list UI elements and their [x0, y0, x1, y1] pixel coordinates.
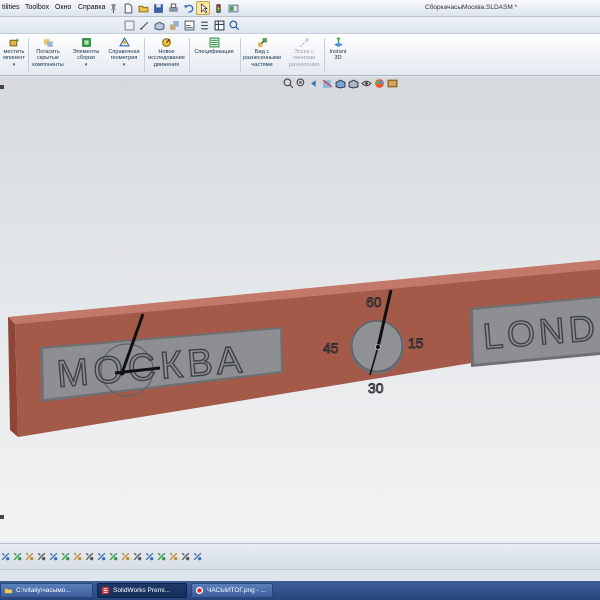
insert-component-button[interactable]: местить мпонент ▾	[0, 37, 28, 68]
graphics-area[interactable]: МОСКВА 60 45 15 30 LOND	[0, 77, 600, 541]
moscow-hand-pivot	[119, 370, 125, 376]
explode-line-sketch-icon	[299, 37, 309, 48]
assembly-features-button[interactable]: Элементы сборки ▾	[68, 37, 104, 68]
instant-3d-label: Instant 3D	[329, 49, 347, 62]
quick-access-toolbar	[121, 1, 240, 16]
menu-help[interactable]: Справка	[78, 4, 105, 11]
hide-components-label: Погасить скрытые компоненты	[32, 49, 64, 68]
new-motion-study-label: Новое исследование движения	[148, 49, 185, 68]
bom-icon	[209, 37, 219, 48]
open-folder-icon[interactable]	[136, 1, 150, 15]
offset-icon[interactable]	[132, 551, 143, 562]
taskbar-explorer[interactable]: C:\vitaliy\часымо...	[0, 583, 93, 598]
clock-assembly-model: МОСКВА 60 45 15 30 LOND	[8, 260, 600, 437]
hide-components-icon	[43, 39, 53, 47]
balloon-icon[interactable]	[227, 18, 241, 32]
exploded-view-label: Вид с разнесенными частями	[242, 49, 281, 68]
assembly-features-icon	[81, 38, 91, 47]
bom-label: Спецификация	[194, 49, 234, 55]
dial-label-45: 45	[323, 340, 339, 356]
pattern-icon[interactable]	[168, 551, 179, 562]
dial-label-30: 30	[368, 380, 384, 396]
rebuild-icon[interactable]	[211, 1, 225, 15]
explode-line-sketch-button[interactable]: Эскиз с линиями разнесения	[284, 37, 324, 68]
center-hand-pivot	[375, 344, 381, 350]
print-icon[interactable]	[166, 1, 180, 15]
new-motion-study-button[interactable]: Новое исследование движения	[145, 37, 188, 68]
bottom-toolbar	[0, 543, 600, 569]
text-icon[interactable]	[96, 551, 107, 562]
image-file-icon	[195, 586, 204, 595]
menu-window[interactable]: Окно	[55, 4, 71, 11]
assembly-features-label: Элементы сборки	[72, 49, 100, 62]
hide-components-button[interactable]: Погасить скрытые компоненты	[29, 37, 67, 68]
reference-geometry-icon	[118, 37, 130, 47]
arc-icon[interactable]	[48, 551, 59, 562]
smart-dimension-icon[interactable]	[137, 18, 151, 32]
insert-component-icon	[9, 38, 19, 47]
menu-toolbox[interactable]: Toolbox	[25, 4, 49, 11]
line-icon[interactable]	[12, 551, 23, 562]
taskbar-solidworks[interactable]: SolidWorks Premi...	[97, 583, 187, 598]
windows-taskbar: C:\vitaliy\часымо... SolidWorks Premi...…	[0, 581, 600, 600]
dial-label-15: 15	[408, 335, 424, 351]
undo-icon[interactable]	[181, 1, 195, 15]
spline-icon[interactable]	[60, 551, 71, 562]
instant-3d-icon	[333, 37, 343, 47]
dropdown-arrow-icon[interactable]: ▾	[123, 62, 126, 68]
exploded-view-icon	[257, 38, 267, 47]
point-icon[interactable]	[72, 551, 83, 562]
menu-bar: tilities Toolbox Окно Справка Сборкачасы…	[0, 0, 600, 17]
options-icon[interactable]	[226, 1, 240, 15]
insert-component-label: местить мпонент	[3, 49, 25, 62]
new-document-icon[interactable]	[121, 1, 135, 15]
reference-geometry-button[interactable]: Справочная геометрия ▾	[104, 37, 144, 68]
list-icon[interactable]	[197, 18, 211, 32]
part-icon[interactable]	[152, 18, 166, 32]
solidworks-icon	[101, 586, 110, 595]
menu-tools[interactable]: tilities	[2, 4, 20, 11]
move-icon[interactable]	[144, 551, 155, 562]
pin-icon[interactable]	[106, 1, 120, 15]
exploded-view-button[interactable]: Вид с разнесенными частями	[241, 37, 283, 68]
chamfer-icon[interactable]	[192, 551, 203, 562]
sketch-icon[interactable]	[122, 18, 136, 32]
status-bar	[0, 569, 600, 581]
command-manager: местить мпонент ▾ Погасить скрытые компо…	[0, 34, 600, 76]
sketch-tool-icon[interactable]	[0, 551, 11, 562]
assembly-icon[interactable]	[167, 18, 181, 32]
table-icon[interactable]	[212, 18, 226, 32]
rectangle-icon[interactable]	[24, 551, 35, 562]
taskbar-image-viewer[interactable]: ЧАСЫИТОГ.png - ...	[191, 583, 273, 598]
taskbar-explorer-label: C:\vitaliy\часымо...	[16, 587, 71, 594]
circle-icon[interactable]	[36, 551, 47, 562]
secondary-toolbar	[0, 17, 600, 34]
centerline-icon[interactable]	[84, 551, 95, 562]
dropdown-arrow-icon[interactable]: ▾	[13, 62, 16, 68]
rotate-icon[interactable]	[156, 551, 167, 562]
instant-3d-button[interactable]: Instant 3D	[325, 37, 351, 62]
dropdown-arrow-icon[interactable]: ▾	[85, 62, 88, 68]
taskbar-image-viewer-label: ЧАСЫИТОГ.png - ...	[207, 587, 266, 594]
taskbar-solidworks-label: SolidWorks Premi...	[113, 587, 170, 594]
select-icon[interactable]	[196, 1, 210, 15]
explode-line-sketch-label: Эскиз с линиями разнесения	[288, 49, 320, 68]
mirror-icon[interactable]	[108, 551, 119, 562]
document-title: СборкачасыМосква.SLDASM *	[425, 4, 518, 11]
save-icon[interactable]	[151, 1, 165, 15]
drawing-icon[interactable]	[182, 18, 196, 32]
motion-study-icon	[162, 38, 171, 47]
dial-label-60: 60	[366, 294, 382, 310]
bom-button[interactable]: Спецификация	[190, 37, 238, 55]
reference-geometry-label: Справочная геометрия	[108, 49, 140, 62]
fillet-icon[interactable]	[180, 551, 191, 562]
folder-icon	[4, 588, 13, 594]
trim-icon[interactable]	[120, 551, 131, 562]
